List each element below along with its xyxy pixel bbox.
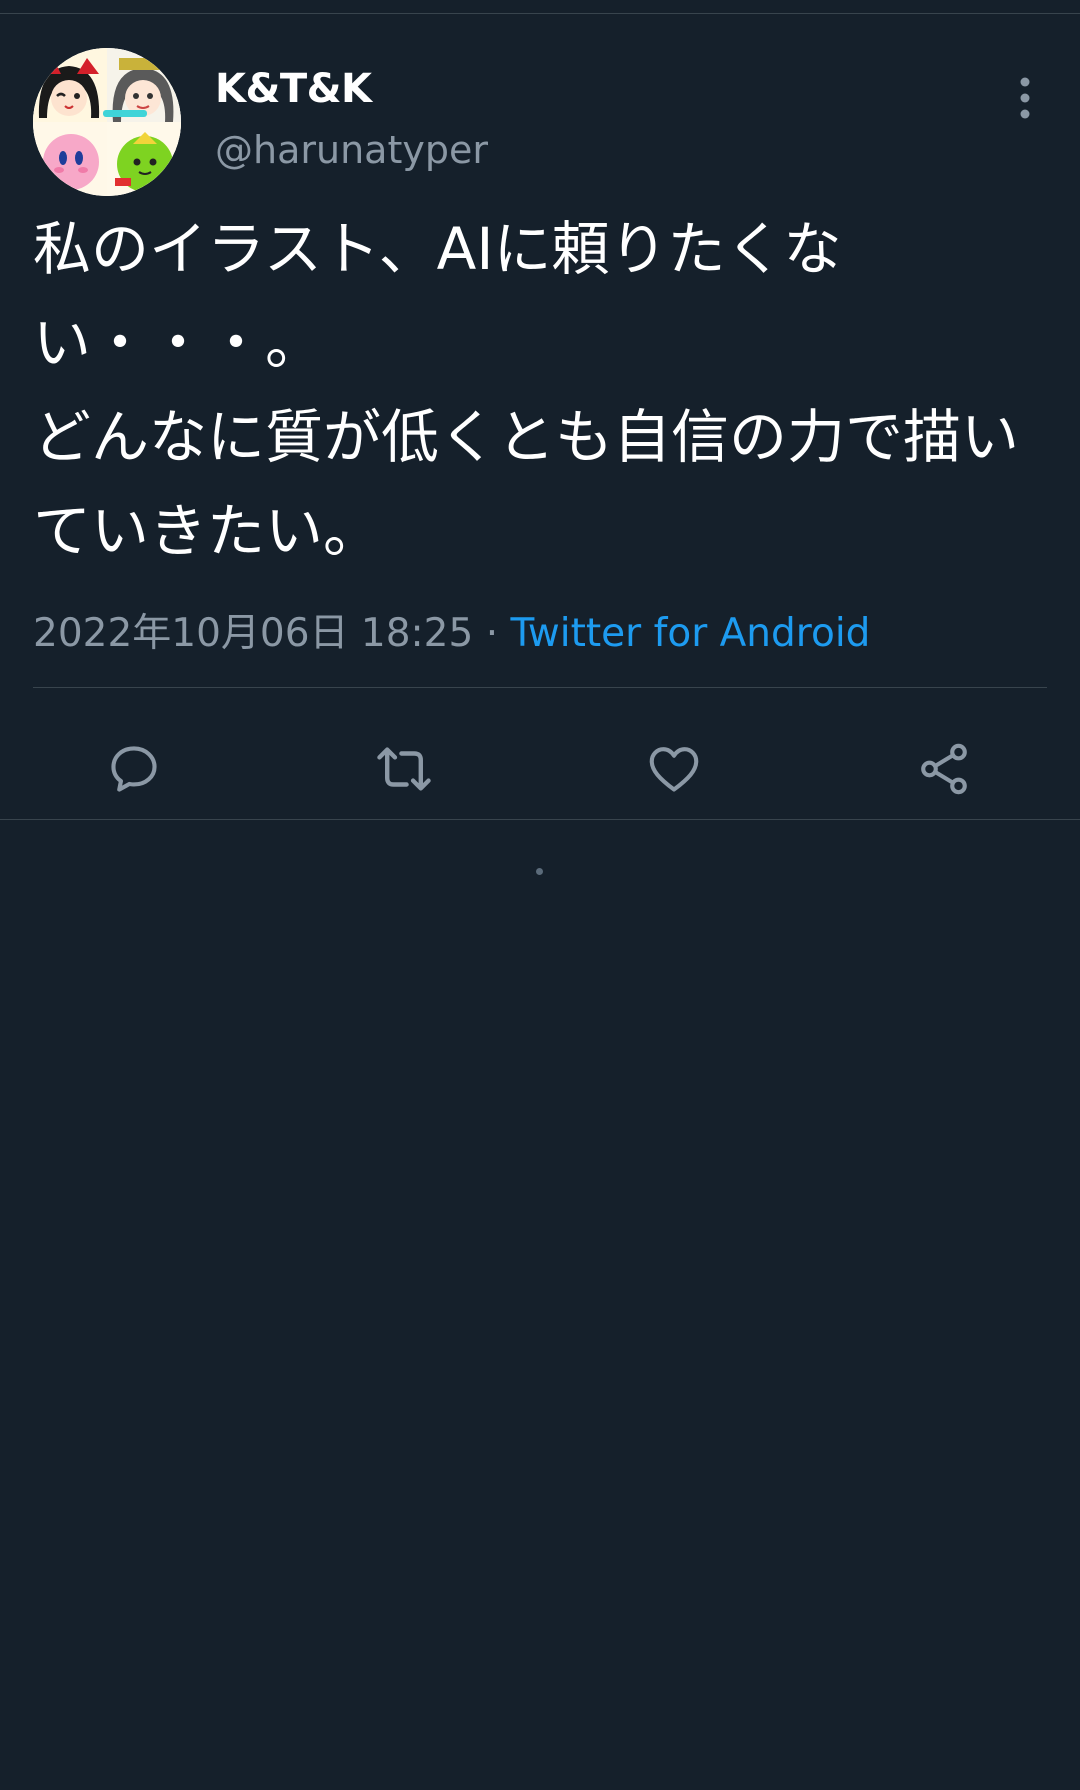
tweet-meta: 2022年10月06日 18:25 · Twitter for Android <box>33 602 870 658</box>
reply-icon <box>111 746 157 792</box>
retweet-icon <box>377 747 431 791</box>
share-icon <box>921 743 967 795</box>
bottom-divider <box>0 819 1080 820</box>
avatar[interactable] <box>33 48 181 196</box>
tweet-text: 私のイラスト、AIに頼りたくない・・・。 どんなに質が低くとも自信の力で描いてい… <box>33 215 1020 565</box>
more-options-button[interactable] <box>1010 70 1040 126</box>
share-button[interactable] <box>903 728 985 810</box>
loading-indicator <box>536 868 543 875</box>
meta-divider <box>33 687 1047 688</box>
display-name[interactable]: K&T&K <box>215 66 372 112</box>
heart-icon <box>649 747 699 792</box>
meta-separator: · <box>473 611 511 656</box>
more-vertical-icon <box>1020 77 1030 119</box>
tweet-actions-bar <box>0 728 1080 810</box>
like-button[interactable] <box>633 728 715 810</box>
retweet-button[interactable] <box>363 728 445 810</box>
top-divider <box>0 13 1080 14</box>
tweet-timestamp[interactable]: 2022年10月06日 18:25 <box>33 611 473 656</box>
reply-button[interactable] <box>93 728 175 810</box>
user-handle[interactable]: @harunatyper <box>215 128 488 172</box>
tweet-source-link[interactable]: Twitter for Android <box>511 611 871 656</box>
avatar-illustration <box>33 48 181 196</box>
